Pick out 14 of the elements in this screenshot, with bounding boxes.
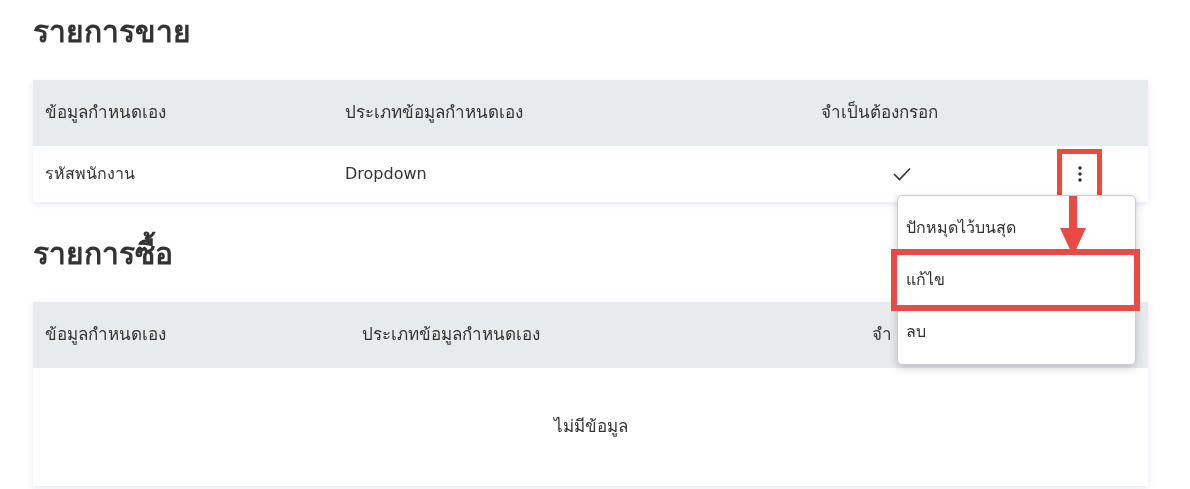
column-header: ข้อมูลกำหนดเอง xyxy=(44,101,166,125)
section-title: รายการขาย xyxy=(33,13,191,51)
column-header: ประเภทข้อมูลกำหนดเอง xyxy=(361,323,540,347)
menu-item[interactable]: แก้ไข xyxy=(894,252,1137,308)
table-cell-text: รหัสพนักงาน xyxy=(44,163,136,185)
menu-item[interactable]: ลบ xyxy=(898,308,1135,356)
menu-item[interactable]: ปักหมุดไว้บนสุด xyxy=(898,204,1135,252)
column-header: ข้อมูลกำหนดเอง xyxy=(44,323,166,347)
column-header: จำ xyxy=(871,323,892,347)
empty-message: ไม่มีข้อมูล xyxy=(552,415,629,439)
table-cell-text: Dropdown xyxy=(344,163,428,185)
section-title: รายการซื้อ xyxy=(33,222,173,302)
column-header: ประเภทข้อมูลกำหนดเอง xyxy=(344,101,523,125)
column-header: จำเป็นต้องกรอก xyxy=(820,100,938,125)
